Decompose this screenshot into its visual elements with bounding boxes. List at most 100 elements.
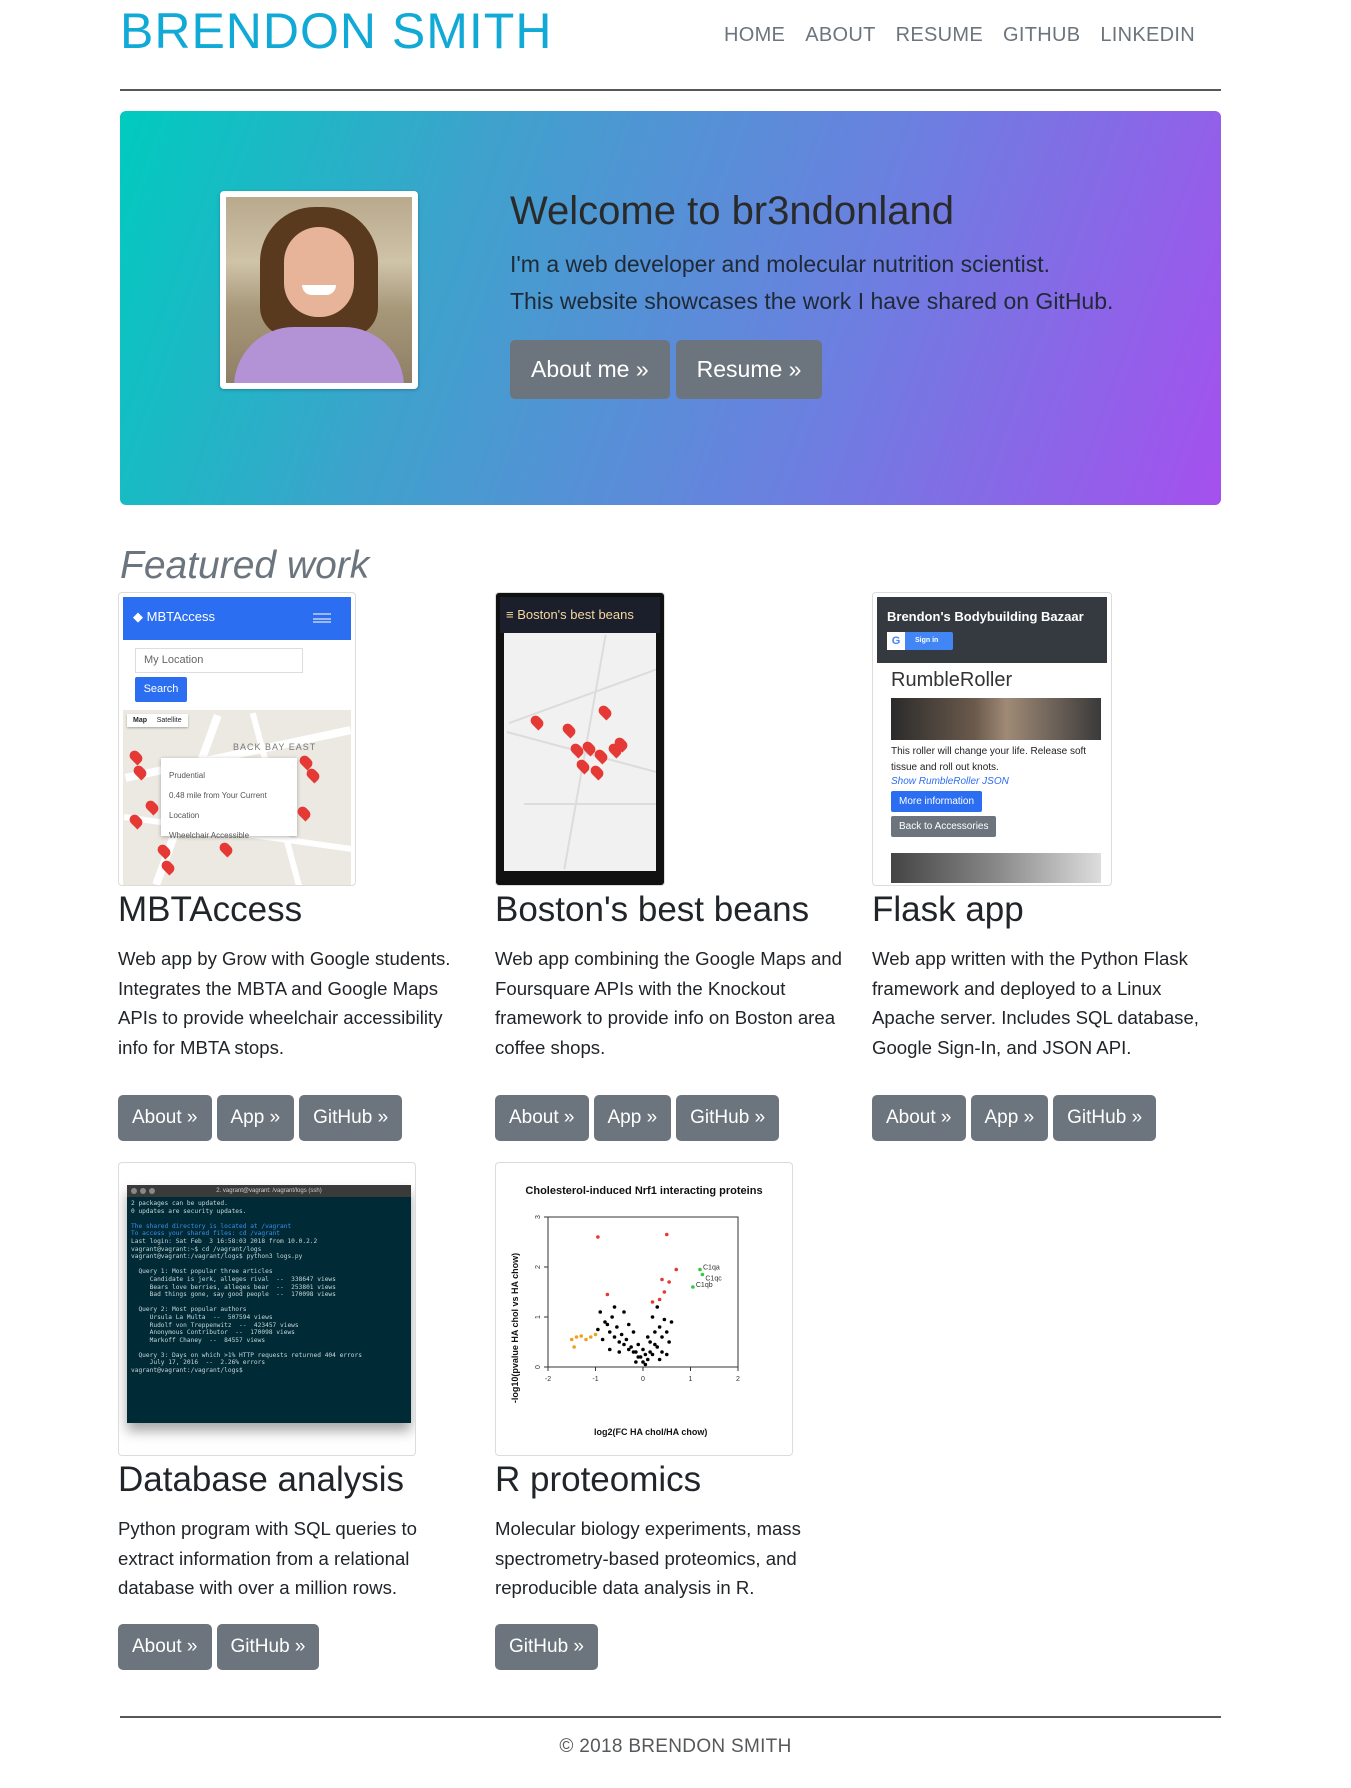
- data-point: [643, 1352, 648, 1357]
- about-button[interactable]: About »: [495, 1095, 589, 1141]
- terminal-line: vagrant@vagrant:/vagrant/logs$ python3 l…: [131, 1253, 303, 1261]
- app-button[interactable]: App »: [593, 1095, 672, 1141]
- terminal-line: vagrant@vagrant:~$ cd /vagrant/logs: [131, 1245, 262, 1253]
- data-point: [626, 1322, 631, 1327]
- map-popup: Prudential 0.48 mile from Your Current L…: [161, 758, 297, 840]
- footer-copyright: © 2018 BRENDON SMITH: [559, 1736, 792, 1757]
- nav-linkedin[interactable]: LINKEDIN: [1090, 24, 1205, 47]
- terminal-line: Query 3: Days on which >1% HTTP requests…: [138, 1351, 362, 1359]
- about-button[interactable]: About »: [118, 1624, 212, 1670]
- y-tick-label: 0: [535, 1365, 542, 1369]
- main-nav: HOME ABOUT RESUME GITHUB LINKEDIN: [714, 24, 1205, 47]
- data-point: [607, 1330, 612, 1334]
- project-card-mbtaccess: ◆ MBTAccess My Location Search Map Satel…: [118, 592, 468, 1141]
- project-title: R proteomics: [495, 1460, 702, 1499]
- data-point: [664, 1330, 669, 1334]
- mbtaccess-navbar: ◆ MBTAccess: [123, 597, 351, 640]
- project-title: Flask app: [872, 890, 1024, 929]
- terminal-window: 2. vagrant@vagrant: /vagrant/logs (ssh) …: [127, 1185, 411, 1423]
- diamond-icon: ◆: [133, 609, 147, 624]
- data-point: [596, 1327, 600, 1332]
- terminal-line: vagrant@vagrant:/vagrant/logs$: [131, 1367, 243, 1375]
- data-point: [593, 1332, 598, 1337]
- resume-button[interactable]: Resume »: [675, 340, 823, 399]
- terminal-line: The shared directory is located at /vagr…: [131, 1222, 292, 1230]
- hero-heading: Welcome to br3ndonland: [510, 189, 954, 233]
- data-point: [617, 1350, 622, 1354]
- terminal-line: Query 1: Most popular three articles: [138, 1268, 273, 1276]
- data-point: [691, 1285, 695, 1289]
- github-button[interactable]: GitHub »: [676, 1095, 780, 1141]
- proteomics-thumbnail[interactable]: Cholesterol-induced Nrf1 interacting pro…: [495, 1162, 793, 1456]
- data-point: [612, 1305, 617, 1309]
- data-point: [600, 1337, 605, 1342]
- data-point: [629, 1345, 633, 1349]
- bottom-image: [891, 853, 1101, 883]
- hamburger-icon: ≡: [506, 607, 518, 622]
- map-tab: Map: [133, 717, 147, 724]
- mbtaccess-map: Map Satellite BACK BAY EAST Prudential 0…: [123, 710, 351, 885]
- x-tick-label: 0: [641, 1376, 645, 1383]
- about-me-button[interactable]: About me »: [510, 340, 670, 399]
- project-title: Boston's best beans: [495, 890, 810, 929]
- profile-photo: [226, 197, 412, 383]
- data-point: [574, 1335, 579, 1339]
- github-button[interactable]: GitHub »: [495, 1624, 598, 1670]
- nav-github[interactable]: GITHUB: [993, 24, 1090, 47]
- data-point: [698, 1267, 702, 1272]
- github-button[interactable]: GitHub »: [1053, 1095, 1157, 1141]
- data-point: [598, 1310, 603, 1314]
- terminal-line: July 17, 2016 -- 2.26% errors: [149, 1359, 266, 1367]
- map-pin-icon: [588, 763, 606, 781]
- data-point: [622, 1310, 626, 1314]
- project-card-flask: Brendon's Bodybuilding Bazaar G Sign in …: [872, 592, 1222, 1141]
- map-pin-icon: [143, 798, 161, 816]
- beans-map: [504, 633, 656, 871]
- chart-ylabel: -log10(pvalue HA chol vs HA chow): [510, 1252, 521, 1404]
- database-thumbnail[interactable]: 2. vagrant@vagrant: /vagrant/logs (ssh) …: [118, 1162, 416, 1456]
- y-tick-label: 2: [535, 1265, 542, 1269]
- data-point: [596, 1235, 600, 1239]
- project-description: Web app written with the Python Flask fr…: [872, 948, 1199, 1058]
- map-pin-icon: [295, 804, 313, 822]
- github-button[interactable]: GitHub »: [299, 1095, 403, 1141]
- site-title[interactable]: BRENDON SMITH: [120, 2, 552, 60]
- github-button[interactable]: GitHub »: [216, 1624, 320, 1670]
- project-card-proteomics: Cholesterol-induced Nrf1 interacting pro…: [495, 1162, 845, 1670]
- flask-thumbnail[interactable]: Brendon's Bodybuilding Bazaar G Sign in …: [872, 592, 1112, 886]
- x-tick-label: -1: [592, 1376, 598, 1383]
- mbtaccess-search-button: Search: [135, 677, 187, 702]
- hero-line-2: This website showcases the work I have s…: [510, 288, 1114, 314]
- data-point: [572, 1345, 576, 1349]
- terminal-line: Ursula La Multa -- 507594 views: [149, 1313, 273, 1321]
- data-point: [660, 1335, 664, 1339]
- terminal-line: To access your shared files: cd /vagrant: [131, 1230, 281, 1238]
- about-button[interactable]: About »: [118, 1095, 212, 1141]
- x-tick-label: 2: [736, 1376, 740, 1383]
- app-button[interactable]: App »: [216, 1095, 295, 1141]
- data-point: [619, 1332, 624, 1337]
- terminal-output: 2 packages can be updated. 0 updates are…: [127, 1197, 411, 1378]
- data-point: [615, 1325, 619, 1329]
- project-description: Molecular biology experiments, mass spec…: [495, 1518, 801, 1598]
- chart-title: Cholesterol-induced Nrf1 interacting pro…: [525, 1185, 763, 1197]
- nav-resume[interactable]: RESUME: [886, 24, 993, 47]
- terminal-titlebar: 2. vagrant@vagrant: /vagrant/logs (ssh): [127, 1185, 411, 1197]
- mbtaccess-thumbnail[interactable]: ◆ MBTAccess My Location Search Map Satel…: [118, 592, 356, 886]
- nav-home[interactable]: HOME: [714, 24, 795, 47]
- data-point: [648, 1350, 652, 1354]
- x-tick-label: 1: [689, 1376, 693, 1383]
- terminal-line: Markoff Chaney -- 84557 views: [149, 1336, 266, 1344]
- hero-text: Welcome to br3ndonland I'm a web develop…: [510, 189, 1113, 399]
- area-label: BACK BAY EAST: [233, 742, 317, 752]
- about-button[interactable]: About »: [872, 1095, 966, 1141]
- nav-about[interactable]: ABOUT: [795, 24, 885, 47]
- project-card-database: 2. vagrant@vagrant: /vagrant/logs (ssh) …: [118, 1162, 468, 1670]
- data-point: [645, 1357, 650, 1362]
- beans-navbar: ≡ Boston's best beans: [500, 597, 660, 633]
- project-card-beans: ≡ Boston's best beans Boston's best bean…: [495, 592, 845, 1141]
- terminal-line: Bears love berries, alleges bear -- 2538…: [149, 1283, 336, 1291]
- data-point: [660, 1350, 664, 1354]
- beans-thumbnail[interactable]: ≡ Boston's best beans: [495, 592, 665, 886]
- app-button[interactable]: App »: [970, 1095, 1049, 1141]
